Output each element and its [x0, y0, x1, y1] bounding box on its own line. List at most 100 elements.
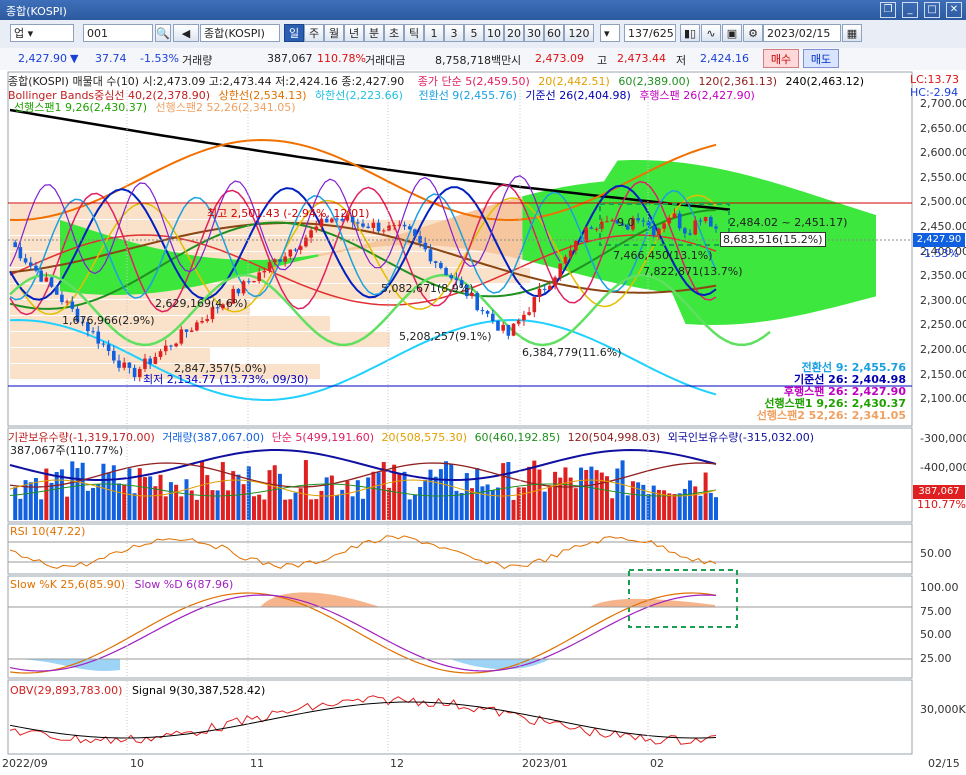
candle-body — [137, 368, 142, 378]
volume-bar — [65, 496, 70, 520]
candle-body — [283, 256, 287, 262]
volume-bar — [589, 466, 594, 520]
volume-bar — [547, 486, 552, 520]
sell-button[interactable]: 매도 — [803, 49, 839, 68]
candle-body — [703, 217, 708, 222]
volume-bar — [18, 498, 23, 520]
candle-body — [651, 225, 656, 236]
volume-bar — [714, 497, 718, 520]
interval-tab-5[interactable]: 5 — [464, 24, 484, 42]
search-icon[interactable]: 🔍 — [155, 24, 171, 42]
vp-label-5: 5,208,257(9.1%) — [399, 330, 492, 343]
volume-bar — [226, 490, 231, 520]
candle-body — [127, 362, 132, 368]
save-icon[interactable]: ▣ — [722, 24, 742, 42]
interval-tab-1[interactable]: 1 — [424, 24, 444, 42]
volume-bar — [688, 480, 693, 520]
candle-body — [506, 324, 511, 336]
candle-body — [117, 360, 121, 368]
volume-bar — [101, 463, 106, 520]
interval-tab-20[interactable]: 20 — [504, 24, 524, 42]
volume-bar — [319, 490, 324, 520]
price-change: 37.74 — [95, 52, 127, 65]
maximize-icon[interactable]: □ — [924, 2, 940, 18]
volume-bar — [288, 499, 293, 520]
low-label: 저 — [676, 54, 687, 67]
count-field[interactable]: 137/625 — [624, 24, 676, 42]
period-tab-6[interactable]: 틱 — [404, 24, 424, 42]
candle-body — [433, 261, 438, 263]
period-tab-3[interactable]: 년 — [344, 24, 364, 42]
candle-body — [662, 223, 666, 229]
period-tab-1[interactable]: 주 — [304, 24, 324, 42]
range-top-label: 9,0 — [617, 216, 635, 229]
period-tab-0[interactable]: 일 — [284, 24, 304, 42]
volume-bar — [376, 472, 381, 520]
candle-body — [501, 324, 505, 331]
candle-body — [402, 224, 407, 227]
chart-type-icon[interactable]: ▮▯ — [680, 24, 700, 42]
indicator-icon[interactable]: ∿ — [701, 24, 721, 42]
volume-bar — [85, 490, 90, 520]
name-field[interactable]: 종합(KOSPI) — [200, 24, 280, 42]
minimize-icon[interactable]: _ — [902, 2, 918, 18]
volume-bar — [366, 477, 371, 520]
volume-bar — [39, 499, 44, 520]
interval-tab-120[interactable]: 120 — [564, 24, 594, 42]
period-tab-5[interactable]: 초 — [384, 24, 404, 42]
market-mode-select[interactable]: 업 ▾ — [10, 24, 74, 42]
close-icon[interactable]: ✕ — [946, 2, 962, 18]
interval-tab-30[interactable]: 30 — [524, 24, 544, 42]
volume-bar — [148, 476, 153, 520]
period-tab-4[interactable]: 분 — [364, 24, 384, 42]
calendar-icon[interactable]: ▦ — [842, 24, 862, 42]
volume-bar — [335, 495, 340, 520]
volume-bar — [625, 495, 630, 520]
candle-body — [641, 220, 646, 222]
period-tab-2[interactable]: 월 — [324, 24, 344, 42]
volume-bar — [142, 477, 147, 520]
high-value: 2,473.44 — [617, 52, 666, 65]
volume-bar — [117, 483, 122, 520]
stoch-tick: 25.00 — [920, 652, 952, 665]
code-input[interactable]: 001 — [83, 24, 153, 42]
candle-body — [418, 236, 422, 243]
vol-tick-1: -300,000 — [920, 432, 966, 445]
candle-body — [13, 242, 17, 248]
candle-body — [70, 301, 75, 309]
date-field[interactable]: 2023/02/15 — [763, 24, 841, 42]
candle-body — [490, 313, 495, 321]
interval-tab-60[interactable]: 60 — [544, 24, 564, 42]
candle-body — [60, 294, 64, 302]
volume-bar — [615, 468, 620, 520]
volume-bar — [646, 494, 651, 520]
high-annotation: 최고 2,501.43 (-2.94%, 12/01) — [207, 207, 370, 220]
sound-icon[interactable]: ◀ — [173, 24, 199, 42]
volume-bar — [179, 496, 184, 520]
vp-label-3: 2,847,357(5.0%) — [174, 362, 267, 375]
candle-body — [39, 270, 43, 282]
volume-bar — [542, 491, 547, 520]
volume-bar — [495, 487, 500, 520]
vp-label-4: 5,082,671(8.9%) — [381, 282, 474, 295]
interval-tab-10[interactable]: 10 — [484, 24, 504, 42]
candle-body — [309, 230, 313, 238]
buy-button[interactable]: 매수 — [763, 49, 799, 68]
restore-icon[interactable]: ❐ — [880, 2, 896, 18]
volume-bar — [693, 486, 698, 520]
volume-legend: 기관보유수량(-1,319,170.00) 거래량(387,067.00) 단순… — [8, 431, 815, 444]
candle-body — [672, 213, 677, 218]
volume-ratio: 110.78% — [317, 52, 366, 65]
volume-bar — [28, 482, 33, 520]
volume-pct-tag: 110.77% — [917, 498, 966, 511]
candle-body — [96, 331, 101, 344]
volume-bar — [345, 481, 350, 520]
gear-icon[interactable]: ⚙ — [743, 24, 763, 42]
price-tick: 2,450.00 — [920, 220, 966, 233]
main-toolbar: 업 ▾ 001 🔍 ◀ 종합(KOSPI) 일주월년분초틱 1 3 5 10 20 30 6… — [0, 20, 966, 49]
interval-dropdown[interactable]: ▾ — [600, 24, 620, 42]
volume-bar — [506, 462, 511, 520]
candle-body — [252, 281, 256, 283]
volume-bar — [283, 499, 288, 520]
interval-tab-3[interactable]: 3 — [444, 24, 464, 42]
